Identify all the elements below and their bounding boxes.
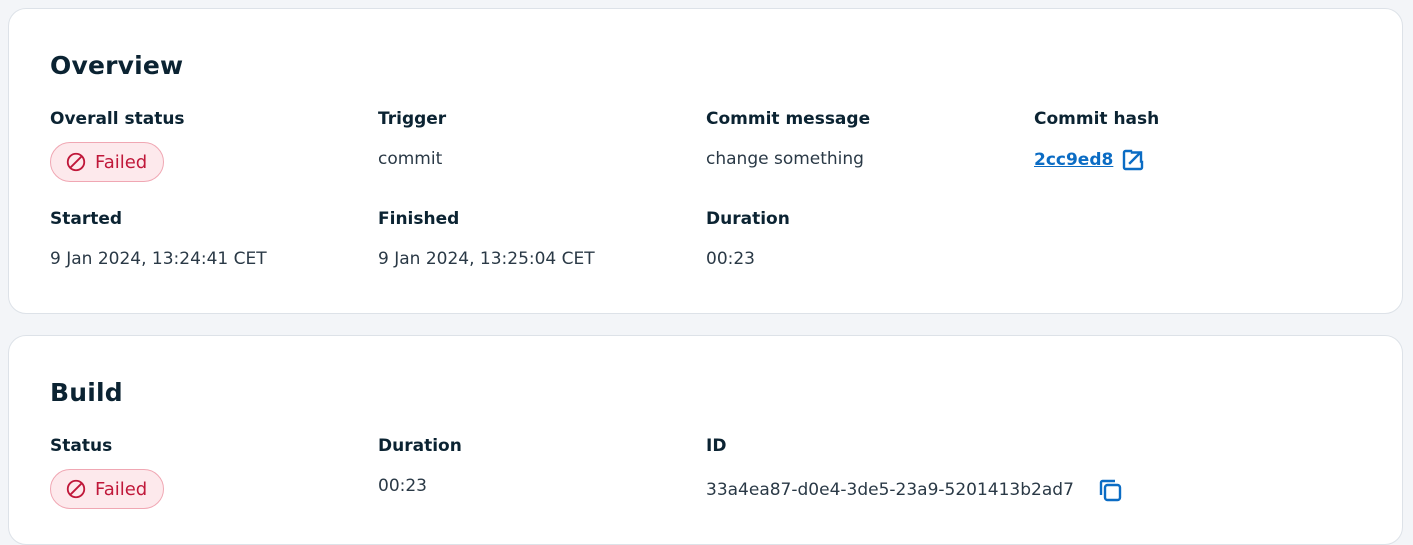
started-label: Started: [50, 209, 123, 229]
build-card: Build Status Failed Duration 00:23 ID 33…: [8, 335, 1403, 545]
overview-card: Overview Overall status Failed Trigger c…: [8, 8, 1403, 314]
started-field: Started 9 Jan 2024, 13:24:41 CET: [50, 209, 267, 269]
build-id-label: ID: [706, 436, 727, 456]
external-link-icon[interactable]: [1121, 148, 1145, 172]
trigger-label: Trigger: [378, 109, 447, 129]
build-status-label: Status: [50, 436, 113, 456]
status-badge: Failed: [50, 469, 165, 509]
overview-title: Overview: [50, 51, 184, 80]
duration-value: 00:23: [706, 249, 755, 269]
commit-message-field: Commit message change something: [706, 109, 870, 169]
build-title: Build: [50, 378, 123, 407]
copy-icon[interactable]: [1096, 476, 1124, 504]
trigger-field: Trigger commit: [378, 109, 446, 169]
started-value: 9 Jan 2024, 13:24:41 CET: [50, 249, 267, 269]
blocked-icon: [66, 479, 86, 499]
build-id-field: ID 33a4ea87-d0e4-3de5-23a9-5201413b2ad7: [706, 436, 1124, 504]
build-id-value: 33a4ea87-d0e4-3de5-23a9-5201413b2ad7: [706, 480, 1074, 500]
overall-status-field: Overall status Failed: [50, 109, 185, 182]
blocked-icon: [66, 152, 86, 172]
commit-hash-label: Commit hash: [1034, 109, 1160, 129]
commit-message-value: change something: [706, 149, 864, 169]
commit-message-label: Commit message: [706, 109, 871, 129]
overall-status-label: Overall status: [50, 109, 185, 129]
commit-hash-link[interactable]: 2cc9ed8: [1034, 150, 1113, 170]
status-badge-text: Failed: [95, 478, 148, 500]
duration-field: Duration 00:23: [706, 209, 790, 269]
build-duration-label: Duration: [378, 436, 462, 456]
trigger-value: commit: [378, 149, 443, 169]
duration-label: Duration: [706, 209, 790, 229]
finished-value: 9 Jan 2024, 13:25:04 CET: [378, 249, 595, 269]
status-badge-text: Failed: [95, 151, 148, 173]
status-badge: Failed: [50, 142, 165, 182]
finished-label: Finished: [378, 209, 460, 229]
build-duration-field: Duration 00:23: [378, 436, 462, 496]
build-status-field: Status Failed: [50, 436, 165, 509]
commit-hash-field: Commit hash 2cc9ed8: [1034, 109, 1159, 172]
build-duration-value: 00:23: [378, 476, 427, 496]
finished-field: Finished 9 Jan 2024, 13:25:04 CET: [378, 209, 595, 269]
